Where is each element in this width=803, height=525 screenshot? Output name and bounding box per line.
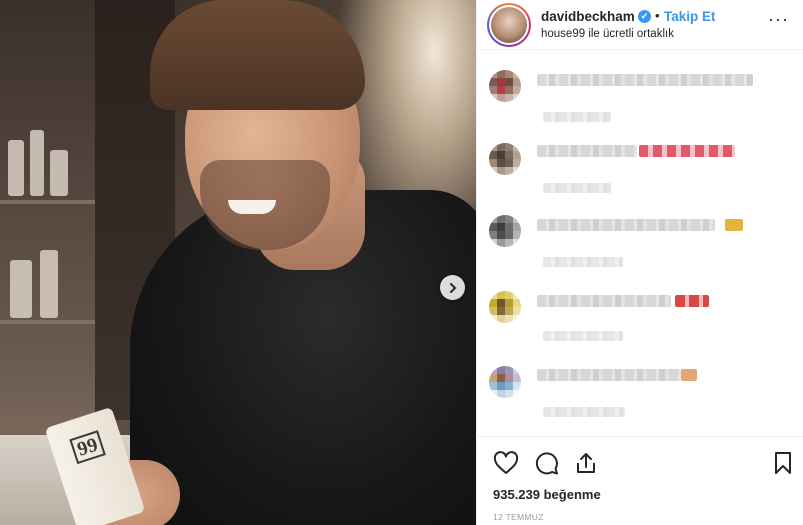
commenter-avatar[interactable] — [489, 143, 521, 175]
shelf-bottle — [8, 140, 24, 196]
comment-meta-redacted — [543, 407, 625, 417]
comment-list — [477, 51, 803, 435]
comment-meta-redacted — [543, 257, 623, 267]
comment-text-redacted — [537, 74, 753, 86]
comment-meta-redacted — [543, 112, 611, 122]
emoji-redacted — [681, 369, 697, 381]
chevron-right-icon — [449, 282, 456, 293]
commenter-avatar[interactable] — [489, 366, 521, 398]
like-button[interactable] — [493, 451, 519, 480]
share-icon — [577, 453, 595, 473]
post-photo[interactable]: 99 — [0, 0, 476, 525]
follow-button[interactable]: Takip Et — [664, 9, 716, 24]
comment-meta-redacted — [543, 183, 611, 193]
post-actions: 935.239 beğenme 12 TEMMUZ — [477, 436, 803, 525]
paid-partnership-link[interactable]: house99 ile ücretli ortaklık — [541, 28, 674, 40]
comment-text-redacted — [537, 145, 637, 157]
comment-bubble-icon — [535, 452, 558, 475]
person-smile — [228, 200, 276, 214]
comment-text-redacted — [537, 369, 681, 381]
commenter-avatar[interactable] — [489, 215, 521, 247]
shelf-bottle — [10, 260, 32, 318]
comment-meta-redacted — [543, 331, 623, 341]
comment-text-redacted — [537, 219, 715, 231]
commenter-avatar[interactable] — [489, 291, 521, 323]
emoji-redacted — [725, 219, 743, 231]
post-sidebar: davidbeckham ✔ • Takip Et house99 ile üc… — [476, 0, 803, 525]
shelf-bottle — [40, 250, 58, 318]
emoji-redacted — [639, 145, 735, 157]
next-photo-button[interactable] — [440, 275, 465, 300]
separator-dot: • — [655, 8, 660, 23]
commenter-avatar[interactable] — [489, 70, 521, 102]
like-count[interactable]: 935.239 beğenme — [493, 487, 601, 502]
product-label: 99 — [69, 430, 106, 465]
person-hair — [150, 0, 365, 110]
more-horizontal-icon[interactable]: ··· — [768, 10, 789, 28]
shelf-bottle — [50, 150, 68, 196]
comment-text-redacted — [537, 295, 671, 307]
bookmark-icon — [775, 452, 791, 474]
verified-badge-icon: ✔ — [638, 10, 651, 23]
post-header: davidbeckham ✔ • Takip Et house99 ile üc… — [477, 0, 803, 50]
profile-avatar[interactable] — [487, 3, 531, 47]
username-link[interactable]: davidbeckham — [541, 9, 635, 24]
heart-icon — [493, 451, 519, 474]
share-button[interactable] — [573, 451, 599, 480]
emoji-redacted — [675, 295, 709, 307]
post-date[interactable]: 12 TEMMUZ — [493, 512, 544, 522]
save-button[interactable] — [773, 451, 793, 480]
shelf-bottle — [30, 130, 44, 196]
comment-button[interactable] — [533, 451, 559, 480]
